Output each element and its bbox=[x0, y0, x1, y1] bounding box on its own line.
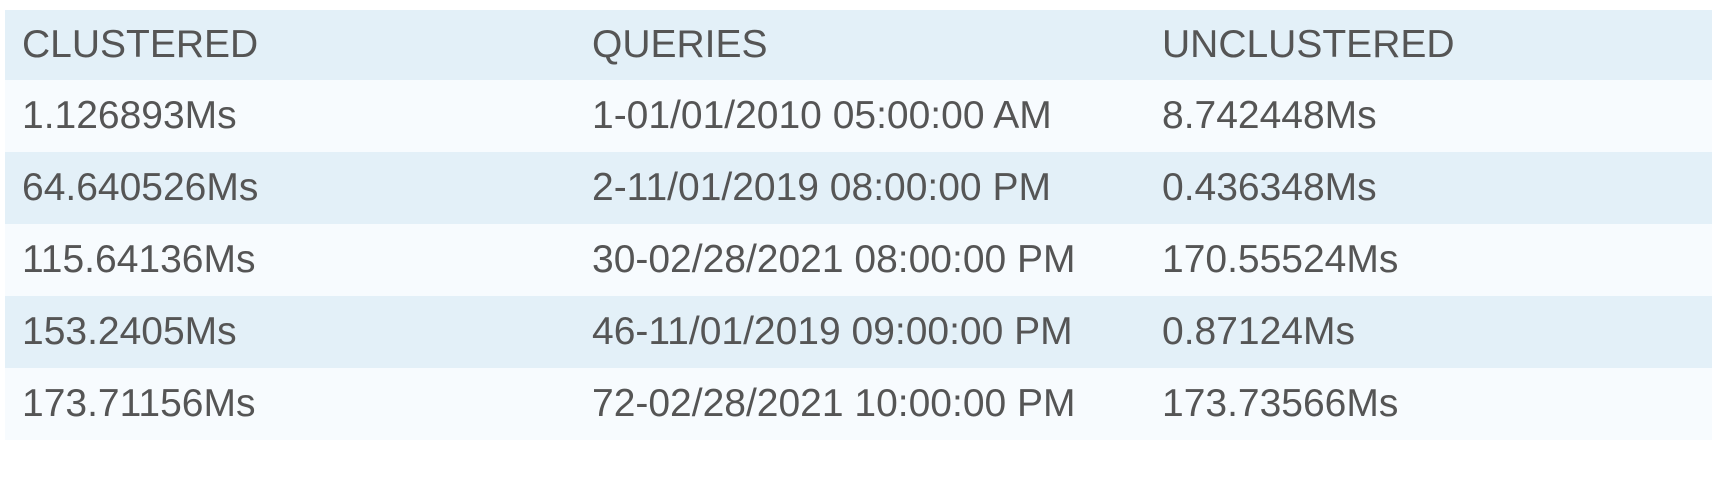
cell-clustered: 1.126893Ms bbox=[22, 94, 237, 137]
table-row: 173.71156Ms 72-02/28/2021 10:00:00 PM 17… bbox=[5, 368, 1712, 440]
header-row: CLUSTERED QUERIES UNCLUSTERED bbox=[5, 10, 1712, 80]
cell-query: 1-01/01/2010 05:00:00 AM bbox=[592, 94, 1052, 137]
cell-clustered: 64.640526Ms bbox=[22, 166, 259, 209]
column-header-queries[interactable]: QUERIES bbox=[575, 10, 1145, 80]
cell-unclustered: 0.436348Ms bbox=[1162, 166, 1377, 209]
table-body: 1.126893Ms 1-01/01/2010 05:00:00 AM 8.74… bbox=[5, 80, 1712, 440]
column-header-unclustered[interactable]: UNCLUSTERED bbox=[1145, 10, 1712, 80]
cell-unclustered: 173.73566Ms bbox=[1162, 382, 1399, 425]
cell-unclustered: 0.87124Ms bbox=[1162, 310, 1355, 353]
cell-clustered: 173.71156Ms bbox=[22, 382, 256, 425]
cell-query: 30-02/28/2021 08:00:00 PM bbox=[592, 238, 1076, 281]
results-table-container: CLUSTERED QUERIES UNCLUSTERED 1.126893Ms… bbox=[5, 10, 1712, 440]
table-header: CLUSTERED QUERIES UNCLUSTERED bbox=[5, 10, 1712, 80]
cell-query: 46-11/01/2019 09:00:00 PM bbox=[592, 310, 1073, 353]
table-row: 115.64136Ms 30-02/28/2021 08:00:00 PM 17… bbox=[5, 224, 1712, 296]
cell-clustered: 153.2405Ms bbox=[22, 310, 237, 353]
column-header-clustered[interactable]: CLUSTERED bbox=[5, 10, 575, 80]
cell-unclustered: 170.55524Ms bbox=[1162, 238, 1399, 281]
table-row: 153.2405Ms 46-11/01/2019 09:00:00 PM 0.8… bbox=[5, 296, 1712, 368]
cell-unclustered: 8.742448Ms bbox=[1162, 94, 1377, 137]
cell-clustered: 115.64136Ms bbox=[22, 238, 256, 281]
table-row: 64.640526Ms 2-11/01/2019 08:00:00 PM 0.4… bbox=[5, 152, 1712, 224]
cell-query: 2-11/01/2019 08:00:00 PM bbox=[592, 166, 1051, 209]
table-row: 1.126893Ms 1-01/01/2010 05:00:00 AM 8.74… bbox=[5, 80, 1712, 152]
results-table: CLUSTERED QUERIES UNCLUSTERED 1.126893Ms… bbox=[5, 10, 1712, 440]
cell-query: 72-02/28/2021 10:00:00 PM bbox=[592, 382, 1076, 425]
